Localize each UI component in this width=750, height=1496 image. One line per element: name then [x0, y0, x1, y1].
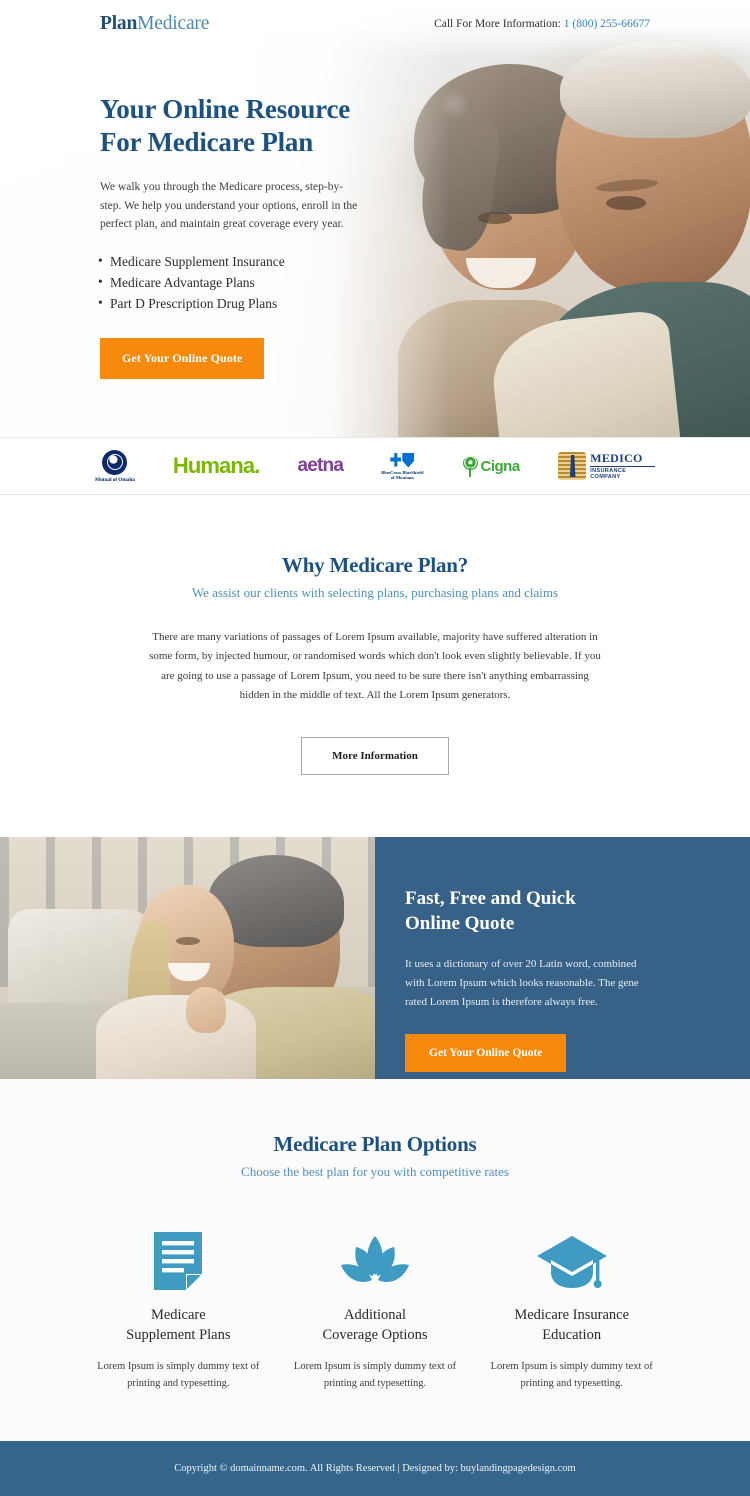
aetna-label: aetna — [297, 455, 344, 476]
bluecross-label-line2: of Montana — [390, 474, 414, 480]
top-bar: PlanMedicare Call For More Information: … — [0, 0, 750, 48]
why-section-body: There are many variations of passages of… — [149, 631, 601, 701]
call-info: Call For More Information: 1 (800) 255-6… — [434, 18, 650, 30]
hero-heading: Your Online Resource For Medicare Plan — [100, 93, 420, 159]
partner-logo-humana[interactable]: Humana. — [172, 446, 261, 486]
option-description: Lorem Ipsum is simply dummy text of prin… — [490, 1361, 653, 1390]
option-title-line2: Supplement Plans — [126, 1326, 231, 1343]
logo-medicare-text: Medicare — [137, 13, 210, 34]
medico-lighthouse-icon — [557, 452, 587, 480]
quote-panel-heading: Fast, Free and Quick Online Quote — [405, 887, 705, 936]
option-card-insurance-education[interactable]: Medicare Insurance Education Lorem Ipsum… — [473, 1222, 670, 1393]
medico-label-line2: INSURANCE COMPANY — [590, 466, 655, 480]
quote-woman-body — [96, 995, 256, 1079]
mutual-of-omaha-emblem-icon — [102, 449, 128, 475]
humana-label: Humana. — [172, 453, 261, 478]
quote-woman-eye — [176, 937, 200, 945]
option-card-coverage-options[interactable]: Additional Coverage Options Lorem Ipsum … — [277, 1222, 474, 1393]
quote-heading-line1: Fast, Free and Quick — [405, 888, 576, 909]
option-title-line1: Medicare — [150, 1307, 206, 1323]
hero-get-quote-button[interactable]: Get Your Online Quote — [100, 337, 265, 379]
hero-section: PlanMedicare Call For More Information: … — [0, 0, 750, 437]
hero-bullet-item: Medicare Advantage Plans — [98, 272, 420, 294]
quote-panel-cta-button[interactable]: Get Your Online Quote — [405, 1034, 567, 1073]
copyright-text: Copyright © domainname.com. All Rights R… — [174, 1462, 576, 1474]
plan-options-section: Medicare Plan Options Choose the best pl… — [0, 1079, 750, 1441]
options-grid: Medicare Supplement Plans Lorem Ipsum is… — [0, 1222, 750, 1393]
options-section-subtitle: Choose the best plan for you with compet… — [241, 1164, 509, 1179]
options-section-title: Medicare Plan Options — [273, 1132, 477, 1156]
hero-bullet-item: Medicare Supplement Insurance — [98, 251, 420, 273]
partner-logo-mutual-of-omaha[interactable]: Mutual of Omaha — [95, 446, 135, 486]
quote-info-panel: Fast, Free and Quick Online Quote It use… — [375, 837, 750, 1079]
cigna-tree-icon — [462, 455, 479, 477]
medico-label-line1: MEDICO — [590, 451, 643, 465]
partner-logo-medico[interactable]: MEDICO INSURANCE COMPANY — [557, 446, 655, 486]
quote-panel-body: It uses a dictionary of over 20 Latin wo… — [405, 958, 639, 1009]
lotus-icon — [291, 1222, 460, 1292]
logo-plan-text: Plan — [100, 13, 138, 34]
option-title-line2: Education — [542, 1326, 602, 1343]
hero-heading-line2: For Medicare Plan — [100, 126, 314, 157]
why-section-subtitle: We assist our clients with selecting pla… — [191, 585, 559, 600]
partner-logo-aetna[interactable]: aetna — [297, 446, 343, 486]
option-title: Medicare Insurance Education — [487, 1306, 656, 1345]
quote-heading-line2: Online Quote — [405, 912, 515, 934]
quote-section-photo — [0, 837, 375, 1079]
hero-bullet-item: Part D Prescription Drug Plans — [98, 293, 420, 315]
why-medicare-section: Why Medicare Plan? We assist our clients… — [0, 495, 750, 837]
option-title-line2: Coverage Options — [322, 1326, 428, 1343]
option-title-line1: Additional — [343, 1307, 407, 1323]
hero-subtext: We walk you through the Medicare process… — [100, 180, 358, 231]
site-logo[interactable]: PlanMedicare — [100, 13, 209, 35]
page-footer: Copyright © domainname.com. All Rights R… — [0, 1440, 750, 1496]
hero-bullet-list: Medicare Supplement Insurance Medicare A… — [98, 251, 420, 315]
partner-logo-cigna[interactable]: Cigna — [462, 446, 520, 486]
cross-icon — [390, 452, 402, 467]
option-card-supplement-plans[interactable]: Medicare Supplement Plans Lorem Ipsum is… — [80, 1222, 277, 1393]
option-title: Additional Coverage Options — [291, 1306, 460, 1345]
hero-content: Your Online Resource For Medicare Plan W… — [0, 0, 420, 379]
cigna-label: Cigna — [480, 457, 521, 475]
phone-number-link[interactable]: 1 (800) 255-66677 — [564, 18, 650, 30]
bluecross-symbol-icon — [390, 452, 415, 468]
shield-icon — [402, 452, 415, 468]
call-info-label: Call For More Information: — [434, 18, 561, 30]
option-description: Lorem Ipsum is simply dummy text of prin… — [97, 1361, 260, 1390]
option-description: Lorem Ipsum is simply dummy text of prin… — [293, 1361, 457, 1390]
more-information-button[interactable]: More Information — [301, 737, 449, 775]
mutual-of-omaha-label: Mutual of Omaha — [95, 476, 135, 483]
document-icon — [94, 1222, 263, 1292]
quote-woman-hand — [186, 987, 226, 1033]
landing-page: PlanMedicare Call For More Information: … — [0, 0, 750, 1496]
quote-split-section: Fast, Free and Quick Online Quote It use… — [0, 837, 750, 1079]
option-title: Medicare Supplement Plans — [94, 1306, 263, 1345]
why-section-title: Why Medicare Plan? — [281, 553, 469, 577]
graduation-cap-icon — [487, 1222, 656, 1292]
partner-logo-bluecross-blueshield[interactable]: BlueCross BlueShield of Montana — [381, 446, 424, 486]
option-title-line1: Medicare Insurance — [514, 1307, 630, 1323]
partner-logo-strip: Mutual of Omaha Humana. aetna BlueCross … — [0, 437, 750, 495]
hero-heading-line1: Your Online Resource — [100, 94, 351, 124]
